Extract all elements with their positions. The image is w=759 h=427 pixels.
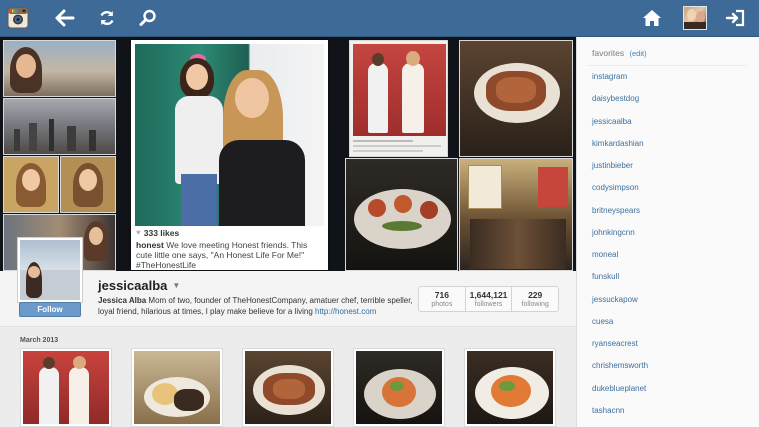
- collage-photo-event[interactable]: [349, 40, 448, 157]
- favorite-item[interactable]: moneal: [592, 250, 618, 259]
- profile-bio: Jessica Alba Mom of two, founder of TheH…: [98, 296, 420, 317]
- favorite-item[interactable]: jessuckapow: [592, 295, 638, 304]
- favorite-item[interactable]: justinbieber: [592, 161, 633, 170]
- likes-count: 333 likes: [143, 228, 180, 238]
- grid-photo-steak[interactable]: [242, 348, 334, 427]
- favorite-item[interactable]: tashacnn: [592, 406, 624, 415]
- divider: [587, 65, 747, 66]
- favorite-item[interactable]: funskull: [592, 272, 619, 281]
- collage-photo-skyline-selfie[interactable]: [3, 40, 116, 97]
- favorite-item[interactable]: daisybestdog: [592, 94, 639, 103]
- grid-photo-event[interactable]: [20, 348, 112, 427]
- instagram-logo-icon[interactable]: [4, 4, 32, 32]
- favorite-item[interactable]: codysimpson: [592, 183, 639, 192]
- search-icon[interactable]: [134, 4, 162, 32]
- grid-photo-dish-3[interactable]: [464, 348, 556, 427]
- user-avatar[interactable]: [681, 4, 709, 32]
- favorite-item[interactable]: britneyspears: [592, 206, 640, 215]
- stat-photos[interactable]: 716 photos: [419, 287, 466, 311]
- stat-following-label: following: [521, 300, 549, 308]
- follow-button[interactable]: Follow: [19, 302, 81, 317]
- heart-icon: ♥: [136, 228, 141, 237]
- stat-followers-value: 1,644,121: [469, 289, 508, 300]
- grid-photo-dish-1[interactable]: [131, 348, 223, 427]
- sign-out-icon[interactable]: [721, 4, 749, 32]
- collage-photo-portrait-2[interactable]: [60, 156, 116, 213]
- month-heading: March 2013: [20, 337, 59, 344]
- favorite-item[interactable]: instagram: [592, 72, 627, 81]
- favorite-item[interactable]: cuesa: [592, 317, 613, 326]
- top-toolbar: [0, 0, 759, 37]
- grid-photo-dish-2[interactable]: [353, 348, 445, 427]
- stat-following-value: 229: [528, 289, 543, 300]
- profile-link[interactable]: http://honest.com: [315, 307, 376, 316]
- app-window: ♥ 333 likes honest We love meeting Hones…: [0, 0, 759, 427]
- favorites-title: favorites: [592, 48, 625, 58]
- favorites-edit-link[interactable]: (edit): [630, 49, 647, 58]
- refresh-icon[interactable]: [93, 4, 121, 32]
- profile-avatar[interactable]: [17, 237, 83, 303]
- favorite-item[interactable]: johnkingcnn: [592, 228, 635, 237]
- stat-photos-value: 716: [434, 289, 449, 300]
- favorites-heading: favorites (edit): [592, 48, 647, 58]
- favorite-item[interactable]: kimkardashian: [592, 139, 644, 148]
- stat-photos-label: photos: [431, 300, 453, 308]
- collage-photo-bookstore[interactable]: [459, 158, 573, 271]
- profile-stats: 716 photos 1,644,121 followers 229 follo…: [418, 286, 559, 312]
- stat-following[interactable]: 229 following: [512, 287, 558, 311]
- collage-photo-portrait-1[interactable]: [3, 156, 59, 213]
- stat-followers[interactable]: 1,644,121 followers: [466, 287, 513, 311]
- favorite-item[interactable]: ryanseacrest: [592, 339, 638, 348]
- profile-full-name: Jessica Alba: [98, 296, 147, 305]
- favorite-item[interactable]: chrishemsworth: [592, 361, 648, 370]
- home-icon[interactable]: [638, 4, 666, 32]
- chevron-down-icon[interactable]: ▼: [172, 281, 180, 290]
- favorites-sidebar: favorites (edit) instagram daisybestdog …: [576, 37, 759, 427]
- collage-photo-steak[interactable]: [459, 40, 573, 157]
- featured-post-photo[interactable]: [135, 44, 324, 226]
- back-arrow-icon[interactable]: [51, 4, 79, 32]
- collage-photo-city[interactable]: [3, 98, 116, 155]
- profile-username-row: jessicaalba ▼: [98, 278, 180, 293]
- featured-post-caption: ♥ 333 likes honest We love meeting Hones…: [136, 228, 324, 270]
- favorite-item[interactable]: dukeblueplanet: [592, 384, 646, 393]
- featured-post-card[interactable]: ♥ 333 likes honest We love meeting Hones…: [131, 40, 328, 270]
- favorite-item[interactable]: jessicaalba: [592, 117, 632, 126]
- collage-photo-dessert[interactable]: [345, 158, 458, 271]
- caption-username[interactable]: honest: [136, 240, 164, 250]
- profile-username: jessicaalba: [98, 278, 168, 293]
- likes-row[interactable]: ♥ 333 likes: [136, 228, 324, 238]
- stat-followers-label: followers: [474, 300, 503, 308]
